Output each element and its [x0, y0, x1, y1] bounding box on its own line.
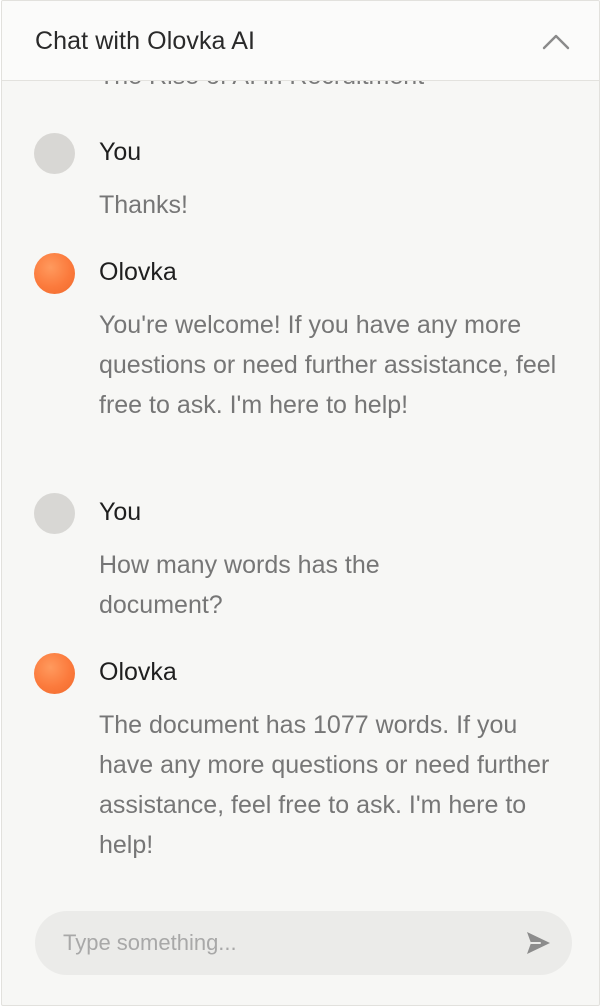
chat-title: Chat with Olovka AI	[35, 27, 256, 55]
message-text: The document has 1077 words. If you have…	[99, 711, 550, 859]
message-text: How many words has the document?	[99, 551, 380, 619]
message-list[interactable]: The Rise of AI in Recruitment You Thanks…	[2, 81, 599, 901]
collapse-button[interactable]	[539, 25, 573, 59]
olovka-avatar	[34, 653, 75, 694]
chat-header: Chat with Olovka AI	[2, 1, 599, 81]
olovka-avatar	[34, 253, 75, 294]
message-author: Olovka	[99, 258, 177, 286]
message-author: Olovka	[99, 658, 177, 686]
message-input[interactable]	[63, 911, 503, 975]
message-text: You're welcome! If you have any more que…	[99, 311, 557, 419]
chat-panel: Chat with Olovka AI The Rise of AI in Re…	[1, 0, 600, 1006]
user-avatar	[34, 133, 75, 174]
composer	[35, 911, 572, 975]
send-icon	[527, 932, 550, 954]
cut-off-message-text: The Rise of AI in Recruitment	[99, 81, 424, 91]
send-button[interactable]	[520, 925, 556, 961]
user-avatar	[34, 493, 75, 534]
message-author: You	[99, 498, 142, 526]
message-author: You	[99, 138, 142, 166]
chevron-up-icon	[542, 34, 570, 50]
message-text: Thanks!	[99, 191, 188, 219]
